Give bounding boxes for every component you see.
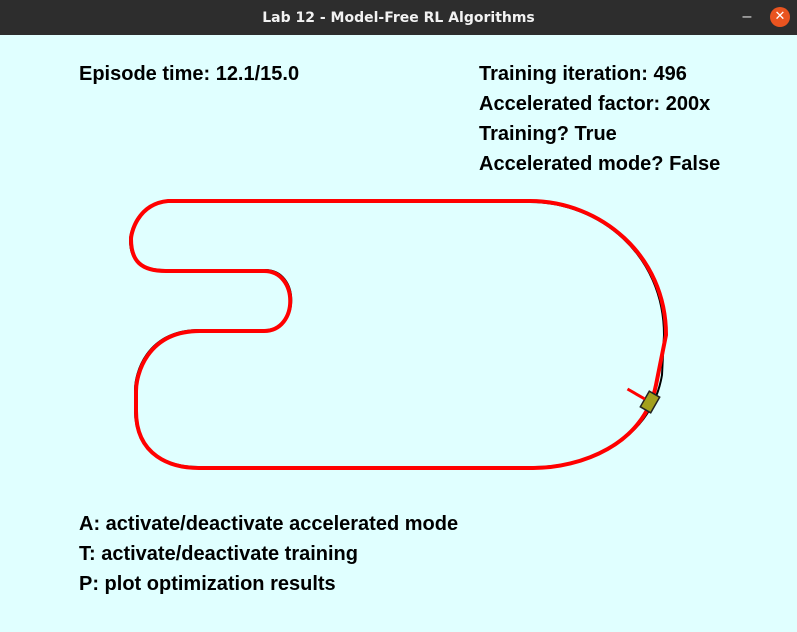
help-training-text: T: activate/deactivate training xyxy=(79,543,358,565)
minimize-icon[interactable]: – xyxy=(738,8,756,26)
help-accelerated-text: A: activate/deactivate accelerated mode xyxy=(79,513,459,535)
track-path xyxy=(129,201,665,468)
car-heading-line xyxy=(626,387,646,401)
close-icon[interactable]: ✕ xyxy=(770,7,790,27)
window-title: Lab 12 - Model-Free RL Algorithms xyxy=(262,9,535,26)
title-bar[interactable]: Lab 12 - Model-Free RL Algorithms – ✕ xyxy=(0,0,797,35)
app-window: Lab 12 - Model-Free RL Algorithms – ✕ Ep… xyxy=(0,0,797,632)
help-plot-text: P: plot optimization results xyxy=(79,573,336,595)
simulation-canvas[interactable]: Episode time: 12.1/15.0 Training iterati… xyxy=(0,35,797,632)
trajectory-path xyxy=(129,199,668,470)
